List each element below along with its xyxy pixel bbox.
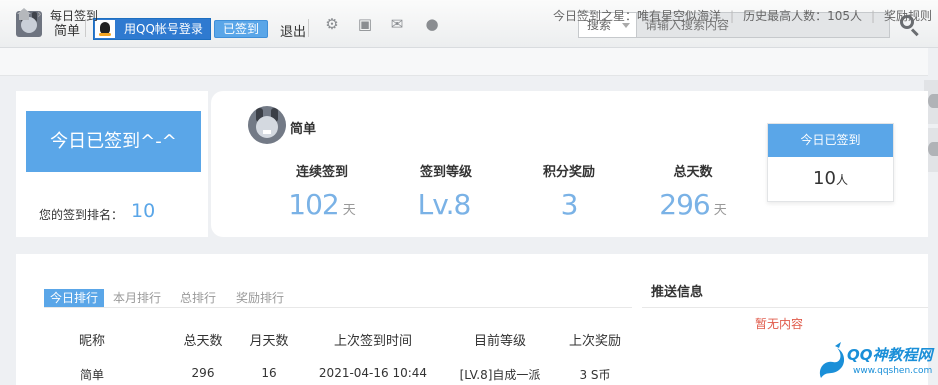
breadcrumb: [0, 48, 928, 76]
rank-value: 10: [131, 200, 156, 222]
logout-link[interactable]: 退出: [280, 21, 306, 40]
column-header: 目前等级: [473, 334, 526, 349]
table-cell: 296: [191, 366, 215, 380]
column-header: 总天数: [183, 334, 223, 349]
breadcrumb-current: 每日签到: [50, 9, 99, 23]
table-cell: 16: [261, 366, 277, 380]
watermark-title: QQ神教程网: [847, 346, 933, 364]
home-icon[interactable]: [17, 8, 31, 20]
stat-value: 296 天: [659, 188, 727, 221]
column-header: 月天数: [249, 334, 289, 349]
today-signed-title: 今日已签到: [768, 124, 893, 157]
rules-link[interactable]: 奖励规则: [884, 9, 932, 23]
mail-icon[interactable]: ✉: [389, 16, 405, 32]
qq-login-button[interactable]: 用QQ帐号登录: [93, 18, 211, 40]
gear-icon[interactable]: ⚙: [324, 16, 340, 32]
table-cell: 3 S币: [579, 368, 611, 382]
column-header: 昵称: [78, 334, 105, 349]
stat-label: 总天数: [673, 165, 713, 180]
user-name[interactable]: 简单: [290, 118, 316, 137]
table-cell: 2021-04-16 10:44: [318, 366, 428, 380]
image-icon[interactable]: ▣: [357, 16, 373, 32]
breadcrumb-separator: ›: [37, 7, 42, 21]
today-signed-box: 今日已签到 10人: [767, 123, 894, 202]
tab-month[interactable]: 本月排行: [113, 289, 161, 307]
watermark-url: www.qqshen.com: [853, 366, 933, 376]
sign-stats-line: 今日签到之星：唯有星空似海洋 | 历史最高人数：105人 | 奖励规则: [553, 9, 933, 23]
avatar[interactable]: [248, 106, 286, 144]
divider: [44, 307, 632, 308]
bulb-icon[interactable]: ●: [424, 16, 440, 32]
table-cell: [LV.8]自成一派: [459, 368, 541, 382]
record-count: 历史最高人数：105人: [743, 9, 862, 23]
column-header: 上次奖励: [568, 334, 621, 349]
rank-label: 您的签到排名：: [39, 208, 124, 222]
stat-label: 积分奖励: [542, 165, 595, 180]
stat-value: Lv.8: [417, 188, 472, 221]
divider: [642, 307, 928, 308]
star-today[interactable]: 今日签到之星：唯有星空似海洋: [553, 9, 721, 23]
column-header: 上次签到时间: [333, 334, 412, 349]
today-signed-count: 10人: [813, 168, 848, 189]
stat-value: 3: [560, 188, 579, 221]
tab-total[interactable]: 总排行: [180, 289, 216, 307]
dragon-icon: [819, 342, 845, 378]
divider: [308, 19, 309, 37]
table-cell[interactable]: 简单: [62, 366, 122, 383]
tab-reward[interactable]: 奖励排行: [236, 289, 284, 307]
tab-today[interactable]: 今日排行: [44, 289, 105, 307]
stat-label: 连续签到: [295, 165, 348, 180]
stat-label: 签到等级: [419, 165, 472, 180]
push-title: 推送信息: [651, 285, 704, 300]
signed-badge[interactable]: 已签到: [214, 20, 269, 38]
push-empty-text: 暂无内容: [755, 317, 804, 331]
stat-value: 102 天: [288, 188, 356, 221]
watermark-logo: QQ神教程网 www.qqshen.com: [815, 340, 938, 385]
signed-status-button[interactable]: 今日已签到^-^: [26, 111, 201, 172]
